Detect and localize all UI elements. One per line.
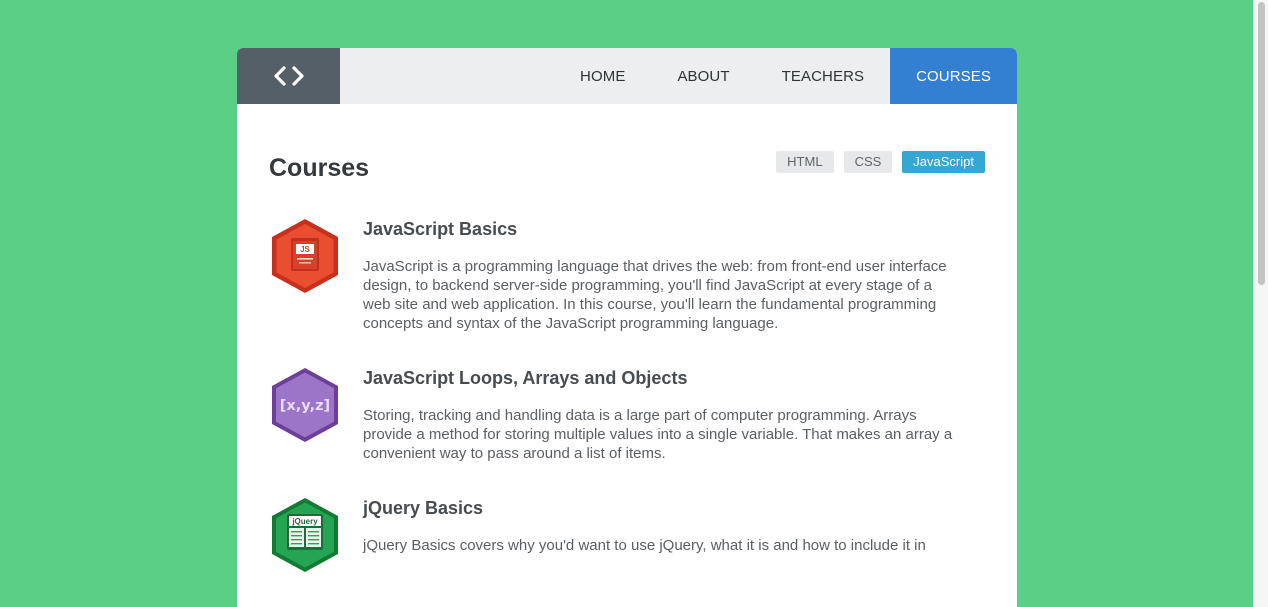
filter-css[interactable]: CSS xyxy=(843,151,893,173)
course-body: jQuery Basics jQuery Basics covers why y… xyxy=(363,496,963,555)
filter-html[interactable]: HTML xyxy=(776,151,834,173)
course-description: Storing, tracking and handling data is a… xyxy=(363,407,953,462)
xyz-array-badge-icon[interactable]: [x,y,z] xyxy=(269,366,341,444)
course-body: JavaScript Basics JavaScript is a progra… xyxy=(363,217,963,333)
course-item: JS JavaScript Basics JavaScript is a pro… xyxy=(269,217,985,333)
course-title[interactable]: jQuery Basics xyxy=(363,496,963,520)
course-description: jQuery Basics covers why you'd want to u… xyxy=(363,537,926,554)
course-title[interactable]: JavaScript Loops, Arrays and Objects xyxy=(363,366,963,390)
filter-javascript[interactable]: JavaScript xyxy=(902,151,985,173)
course-item: [x,y,z] JavaScript Loops, Arrays and Obj… xyxy=(269,366,985,463)
nav-home[interactable]: HOME xyxy=(554,48,651,104)
nav-teachers[interactable]: TEACHERS xyxy=(756,48,890,104)
page-title: Courses xyxy=(269,154,370,182)
course-title[interactable]: JavaScript Basics xyxy=(363,217,963,241)
javascript-book-badge-icon[interactable]: JS xyxy=(269,217,341,295)
course-body: JavaScript Loops, Arrays and Objects Sto… xyxy=(363,366,963,463)
topic-filters: HTML CSS JavaScript xyxy=(776,151,985,173)
scrollbar-thumb[interactable] xyxy=(1258,2,1265,285)
badge-label: [x,y,z] xyxy=(280,398,330,414)
nav-about[interactable]: ABOUT xyxy=(651,48,755,104)
logo[interactable] xyxy=(237,48,340,104)
content-card: HOME ABOUT TEACHERS COURSES Courses HTML… xyxy=(237,48,1017,607)
page: HOME ABOUT TEACHERS COURSES Courses HTML… xyxy=(0,0,1268,607)
title-row: Courses HTML CSS JavaScript xyxy=(269,104,985,208)
badge-label: jQuery xyxy=(291,517,318,526)
jquery-book-badge-icon[interactable]: jQuery xyxy=(269,496,341,574)
badge-label: JS xyxy=(300,245,310,254)
course-item: jQuery jQuery Basics jQuery Basics cover… xyxy=(269,496,985,574)
code-brackets-icon xyxy=(273,66,304,86)
nav-courses[interactable]: COURSES xyxy=(890,48,1017,104)
course-description: JavaScript is a programming language tha… xyxy=(363,258,947,332)
main-nav: HOME ABOUT TEACHERS COURSES xyxy=(554,48,1017,104)
main-content: Courses HTML CSS JavaScript JS JavaScrip… xyxy=(237,104,1017,574)
site-header: HOME ABOUT TEACHERS COURSES xyxy=(237,48,1017,104)
vertical-scrollbar[interactable] xyxy=(1253,0,1268,607)
